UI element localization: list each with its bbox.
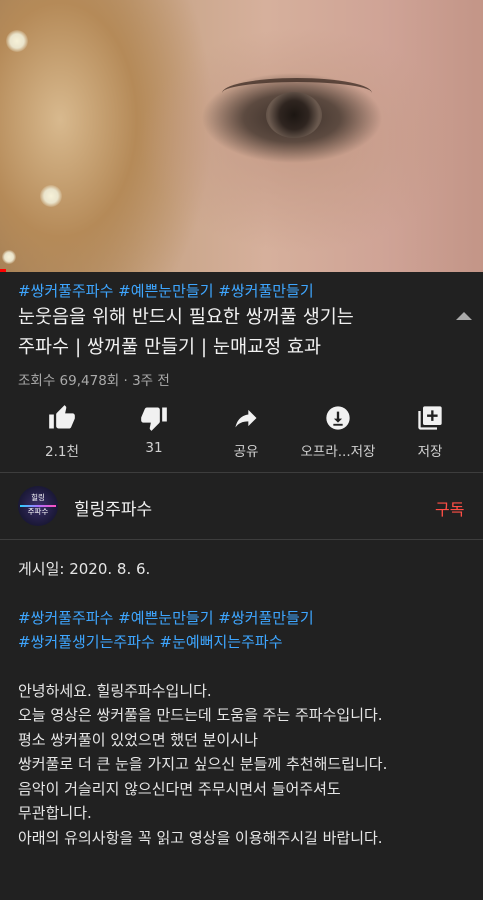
channel-name[interactable]: 힐링주파수: [74, 495, 152, 520]
save-button[interactable]: 저장: [384, 398, 476, 464]
posted-date: 게시일: 2020. 8. 6.: [18, 560, 151, 578]
save-label: 저장: [417, 444, 443, 460]
dislike-count: 31: [145, 440, 163, 456]
video-progress-bar[interactable]: [0, 269, 6, 272]
offline-save-label: 오프라...저장: [300, 444, 376, 460]
video-title-line: 주파수 | 쌍꺼풀 만들기 | 눈매교정 효과: [18, 337, 322, 358]
thumbnail-flower: [2, 250, 16, 264]
divider: [0, 539, 483, 540]
description-line: 평소 쌍커풀이 있었으면 했던 분이시나: [18, 730, 258, 749]
video-player[interactable]: [0, 0, 483, 272]
description-line: 음악이 거슬리지 않으신다면 주무시면서 들어주셔도: [18, 779, 341, 798]
description-hashtags[interactable]: #쌍커풀생기는주파수 #눈예뻐지는주파수: [18, 630, 473, 655]
thumbnail-eye: [266, 92, 322, 138]
dislike-button[interactable]: 31: [108, 398, 200, 464]
subscribe-button[interactable]: 구독: [435, 496, 464, 520]
description-line: 무관합니다.: [18, 804, 92, 822]
video-title[interactable]: 눈웃음을 위해 반드시 필요한 쌍꺼풀 생기는 주파수 | 쌍꺼풀 만들기 | …: [18, 303, 438, 363]
offline-save-button[interactable]: 오프라...저장: [292, 398, 384, 464]
avatar-wave: [20, 505, 56, 507]
like-icon: [49, 405, 75, 429]
description-line: 쌍커풀로 더 큰 눈을 가지고 싶으신 분들께 추천해드립니다.: [18, 755, 388, 773]
expand-less-icon[interactable]: [456, 312, 472, 320]
like-button[interactable]: 2.1천: [16, 398, 108, 464]
description-line: 안녕하세요. 힐링주파수입니다.: [18, 681, 212, 700]
channel-avatar[interactable]: 힐링 주파수: [18, 486, 58, 526]
video-meta: 조회수 69,478회 · 3주 전: [18, 373, 170, 389]
action-bar: 2.1천 31 공유 오프라...저장 저장: [0, 398, 483, 464]
divider: [0, 472, 483, 473]
dislike-icon: [141, 407, 167, 431]
video-description: 게시일: 2020. 8. 6. #쌍커풀주파수 #예쁜눈만들기 #쌍커풀만들기…: [18, 557, 473, 850]
like-count: 2.1천: [45, 444, 79, 460]
share-label: 공유: [233, 444, 259, 460]
download-icon: [326, 406, 350, 430]
description-line: 아래의 유의사항을 꼭 읽고 영상을 이용해주시길 바랍니다.: [18, 828, 383, 847]
video-hashtags[interactable]: #쌍커풀주파수 #예쁜눈만들기 #쌍커풀만들기: [18, 280, 314, 301]
description-hashtags[interactable]: #쌍커풀주파수 #예쁜눈만들기 #쌍커풀만들기: [18, 606, 473, 631]
thumbnail-flower: [40, 185, 62, 207]
share-button[interactable]: 공유: [200, 398, 292, 464]
video-title-line: 눈웃음을 위해 반드시 필요한 쌍꺼풀 생기는: [18, 307, 354, 328]
share-icon: [235, 409, 257, 428]
description-line: 오늘 영상은 쌍커풀을 만드는데 도움을 주는 주파수입니다.: [18, 706, 383, 724]
playlist-add-icon: [418, 406, 442, 430]
thumbnail-flower: [6, 30, 28, 52]
